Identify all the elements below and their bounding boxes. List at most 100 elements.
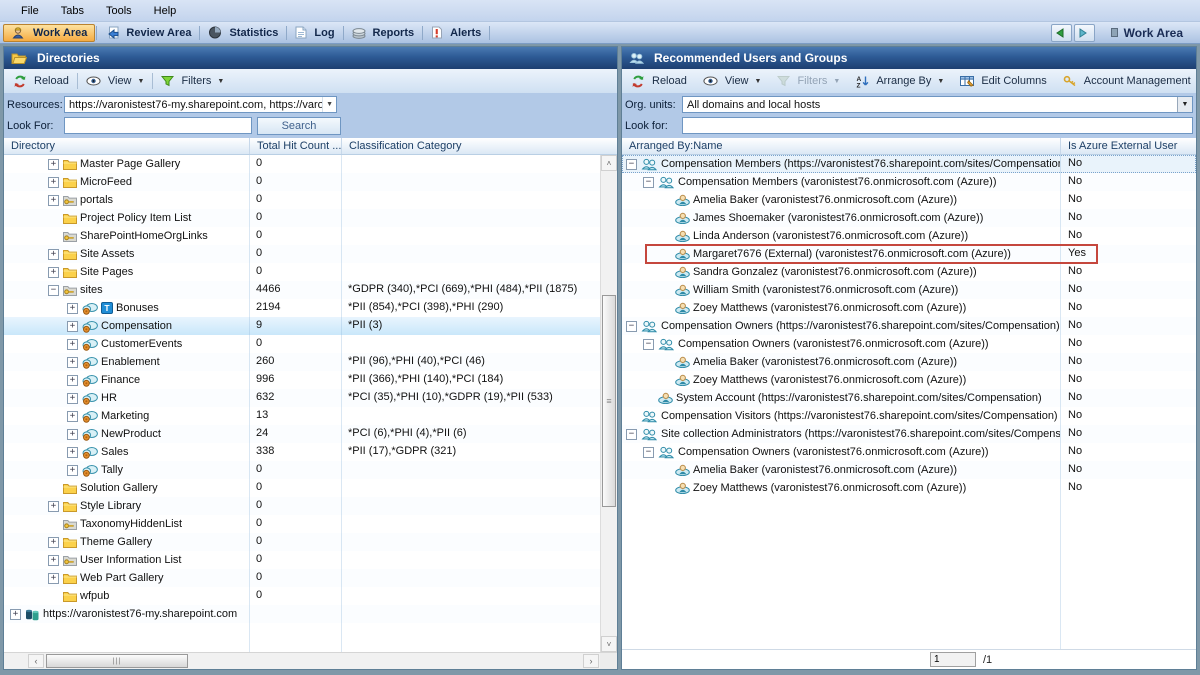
table-row[interactable]: Margaret7676 (External) (varonistest76.o…: [622, 245, 1196, 263]
expander-icon[interactable]: +: [67, 429, 78, 440]
table-row[interactable]: +portals0: [4, 191, 617, 209]
menu-tabs[interactable]: Tabs: [50, 2, 95, 20]
table-row[interactable]: +Web Part Gallery0: [4, 569, 617, 587]
table-row[interactable]: +TBonuses2194*PII (854),*PCI (398),*PHI …: [4, 299, 617, 317]
org-units-dropdown[interactable]: All domains and local hosts ▼: [682, 96, 1193, 113]
reload-button[interactable]: Reload: [626, 73, 692, 90]
view-button[interactable]: View ▼: [698, 73, 767, 89]
table-row[interactable]: +Finance996*PII (366),*PHI (140),*PCI (1…: [4, 371, 617, 389]
table-row[interactable]: Amelia Baker (varonistest76.onmicrosoft.…: [622, 353, 1196, 371]
table-row[interactable]: +Site Assets0: [4, 245, 617, 263]
look-for-input[interactable]: [64, 117, 252, 134]
expander-icon[interactable]: +: [67, 303, 78, 314]
expander-icon[interactable]: +: [48, 573, 59, 584]
table-row[interactable]: +User Information List0: [4, 551, 617, 569]
table-row[interactable]: Compensation Visitors (https://varoniste…: [622, 407, 1196, 425]
tab-review-area[interactable]: Review Area: [98, 24, 198, 42]
scroll-down-arrow-icon[interactable]: ˅: [601, 636, 617, 652]
expander-icon[interactable]: +: [67, 465, 78, 476]
table-row[interactable]: Solution Gallery0: [4, 479, 617, 497]
table-row[interactable]: −sites4466*GDPR (340),*PCI (669),*PHI (4…: [4, 281, 617, 299]
table-row[interactable]: +HR632*PCI (35),*PHI (10),*GDPR (19),*PI…: [4, 389, 617, 407]
table-row[interactable]: James Shoemaker (varonistest76.onmicroso…: [622, 209, 1196, 227]
nav-back-button[interactable]: [1051, 24, 1072, 42]
table-row[interactable]: +Marketing13: [4, 407, 617, 425]
table-row[interactable]: SharePointHomeOrgLinks0: [4, 227, 617, 245]
scroll-up-arrow-icon[interactable]: ˄: [601, 155, 617, 171]
expander-icon[interactable]: +: [67, 357, 78, 368]
expander-icon[interactable]: +: [67, 411, 78, 422]
table-row[interactable]: −Site collection Administrators (https:/…: [622, 425, 1196, 443]
expander-icon[interactable]: −: [643, 447, 654, 458]
table-row[interactable]: +CustomerEvents0: [4, 335, 617, 353]
table-row[interactable]: Zoey Matthews (varonistest76.onmicrosoft…: [622, 479, 1196, 497]
vertical-scrollbar[interactable]: ˄ ≡ ˅: [600, 155, 617, 652]
table-row[interactable]: −Compensation Members (https://varoniste…: [622, 155, 1196, 173]
scrollbar-thumb[interactable]: ≡: [602, 295, 616, 507]
table-row[interactable]: +Master Page Gallery0: [4, 155, 617, 173]
expander-icon[interactable]: −: [626, 429, 637, 440]
menu-file[interactable]: File: [10, 2, 50, 20]
column-header-classification-category[interactable]: Classification Category: [341, 138, 617, 154]
table-row[interactable]: Amelia Baker (varonistest76.onmicrosoft.…: [622, 191, 1196, 209]
filters-button[interactable]: Filters ▼: [156, 73, 229, 89]
column-header-is-azure-external-user[interactable]: Is Azure External User: [1060, 138, 1196, 154]
table-row[interactable]: Zoey Matthews (varonistest76.onmicrosoft…: [622, 371, 1196, 389]
table-row[interactable]: +Theme Gallery0: [4, 533, 617, 551]
table-row[interactable]: +Tally0: [4, 461, 617, 479]
edit-columns-button[interactable]: Edit Columns: [955, 73, 1051, 89]
expander-icon[interactable]: +: [67, 393, 78, 404]
table-row[interactable]: Project Policy Item List0: [4, 209, 617, 227]
scroll-right-arrow-icon[interactable]: ›: [583, 654, 599, 668]
table-row[interactable]: Zoey Matthews (varonistest76.onmicrosoft…: [622, 299, 1196, 317]
table-row[interactable]: TaxonomyHiddenList0: [4, 515, 617, 533]
scroll-left-arrow-icon[interactable]: ‹: [28, 654, 44, 668]
table-row[interactable]: −Compensation Owners (varonistest76.onmi…: [622, 335, 1196, 353]
scrollbar-thumb[interactable]: |||: [46, 654, 188, 668]
resources-dropdown[interactable]: https://varonistest76-my.sharepoint.com,…: [64, 96, 337, 113]
look-for-input[interactable]: [682, 117, 1193, 134]
table-row[interactable]: Amelia Baker (varonistest76.onmicrosoft.…: [622, 461, 1196, 479]
expander-icon[interactable]: −: [643, 339, 654, 350]
expander-icon[interactable]: +: [48, 501, 59, 512]
table-row[interactable]: +Sales338*PII (17),*GDPR (321): [4, 443, 617, 461]
expander-icon[interactable]: +: [10, 609, 21, 620]
expander-icon[interactable]: +: [67, 375, 78, 386]
table-row[interactable]: −Compensation Owners (https://varonistes…: [622, 317, 1196, 335]
table-row[interactable]: William Smith (varonistest76.onmicrosoft…: [622, 281, 1196, 299]
account-management-button[interactable]: Account Management ▼: [1058, 73, 1197, 89]
expander-icon[interactable]: +: [48, 195, 59, 206]
view-button[interactable]: View ▼: [81, 73, 150, 89]
expander-icon[interactable]: −: [626, 321, 637, 332]
column-header-arranged-by-name[interactable]: Arranged By:Name: [622, 138, 1060, 154]
expander-icon[interactable]: +: [48, 555, 59, 566]
search-button[interactable]: Search: [257, 117, 341, 135]
tab-log[interactable]: Log: [288, 24, 341, 42]
table-row[interactable]: +Style Library0: [4, 497, 617, 515]
table-row[interactable]: +https://varonistest76-my.sharepoint.com: [4, 605, 617, 623]
expander-icon[interactable]: +: [48, 537, 59, 548]
arrange-by-button[interactable]: AZ Arrange By ▼: [851, 73, 949, 90]
expander-icon[interactable]: +: [67, 339, 78, 350]
column-header-directory[interactable]: Directory: [4, 138, 249, 154]
table-row[interactable]: +Enablement260*PII (96),*PHI (40),*PCI (…: [4, 353, 617, 371]
reload-button[interactable]: Reload: [8, 73, 74, 90]
expander-icon[interactable]: −: [643, 177, 654, 188]
tab-reports[interactable]: Reports: [345, 24, 422, 42]
nav-forward-button[interactable]: [1074, 24, 1095, 42]
table-row[interactable]: wfpub0: [4, 587, 617, 605]
column-header-total-hit-count[interactable]: Total Hit Count ...: [249, 138, 341, 154]
table-row[interactable]: +NewProduct24*PCI (6),*PHI (4),*PII (6): [4, 425, 617, 443]
page-number-input[interactable]: [930, 652, 976, 667]
tab-statistics[interactable]: Statistics: [201, 24, 285, 42]
horizontal-scrollbar[interactable]: ‹ ||| ›: [4, 652, 617, 669]
tab-work-area[interactable]: Work Area: [3, 24, 95, 42]
menu-help[interactable]: Help: [143, 2, 188, 20]
expander-icon[interactable]: +: [48, 267, 59, 278]
table-row[interactable]: −Compensation Owners (varonistest76.onmi…: [622, 443, 1196, 461]
expander-icon[interactable]: +: [67, 447, 78, 458]
table-row[interactable]: +Site Pages0: [4, 263, 617, 281]
table-row[interactable]: −Compensation Members (varonistest76.onm…: [622, 173, 1196, 191]
expander-icon[interactable]: −: [48, 285, 59, 296]
tab-alerts[interactable]: Alerts: [424, 24, 488, 42]
